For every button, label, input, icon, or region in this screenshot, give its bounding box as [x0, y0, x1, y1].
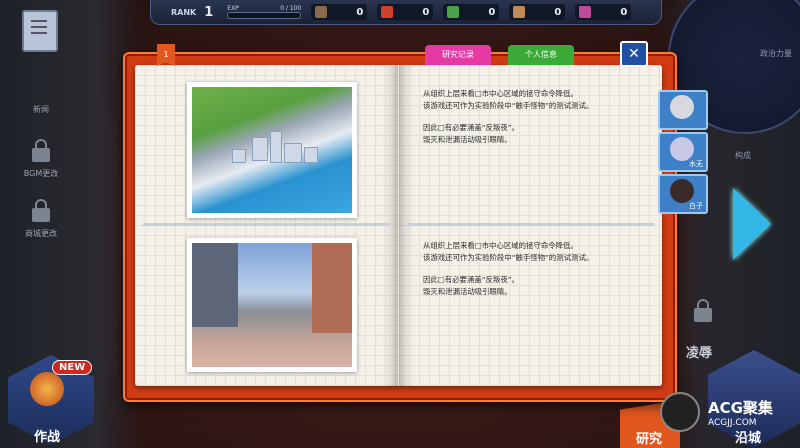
watermark-title: ACG聚集	[708, 398, 773, 417]
entry-line: 毁灭和泄漏活动吸引眼睛。	[423, 135, 512, 144]
entry-line: 因此□有必要涌盖“反叛夜”。	[423, 275, 519, 284]
lock-icon	[32, 199, 50, 222]
lock-icon	[694, 299, 712, 322]
research-label: 研究	[636, 432, 663, 447]
radar-label-politics: 政治力量	[760, 49, 792, 58]
resource-box: 0	[311, 4, 368, 20]
character-name: 水无	[689, 160, 703, 168]
demon-icon	[30, 372, 64, 406]
new-badge: NEW	[52, 360, 93, 375]
page-divider	[143, 223, 390, 226]
character-avatar[interactable]: 白子	[658, 174, 708, 214]
resource-value: 0	[422, 6, 430, 18]
exp-value: 0 / 100	[280, 5, 302, 12]
watermark: ACG聚集 ACGJJ.COM	[660, 392, 773, 432]
tab-personal-info[interactable]: 个人信息	[508, 45, 574, 65]
character-avatar[interactable]: 水无	[658, 132, 708, 172]
watermark-logo-icon	[660, 392, 700, 432]
exp-meter: EXP 0 / 100	[227, 5, 302, 19]
status-bar: RANK 1 EXP 0 / 100 0 0 0 0 0	[150, 0, 662, 25]
close-button[interactable]: ✕	[620, 41, 648, 67]
next-arrow-icon[interactable]	[733, 188, 771, 260]
watermark-subtitle: ACGJJ.COM	[708, 417, 757, 428]
resource-value: 0	[356, 6, 364, 18]
entry-line: 毁灭和泄漏活动吸引眼睛。	[423, 287, 512, 296]
clipboard-icon[interactable]	[22, 10, 58, 52]
character-avatar[interactable]	[658, 90, 708, 130]
combat-label: 作战	[34, 430, 61, 445]
entry-text: 从组织上层来看□市中心区域的拯守命令降低。 该游戏还可作为实验阶段中“触手怪物”…	[423, 88, 643, 146]
page-divider	[407, 223, 654, 226]
entry-line: 该游戏还可作为实验阶段中“触手怪物”的测试测试。	[423, 253, 594, 262]
radar-label-composition: 构成	[735, 151, 751, 160]
street-image	[192, 243, 352, 367]
person-icon	[513, 6, 526, 18]
menu-news[interactable]: 新闻	[20, 104, 62, 115]
menu-bgm-label: BGM更改	[23, 169, 59, 178]
menu-shop-label: 商城更改	[25, 229, 57, 238]
entry-line: 从组织上层来看□市中心区域的拯守命令降低。	[423, 89, 578, 98]
resource-person: 0	[509, 4, 566, 20]
right-page: 从组织上层来看□市中心区域的拯守命令降低。 该游戏还可作为实验阶段中“触手怪物”…	[399, 65, 662, 386]
flask-icon	[381, 6, 394, 18]
entry-line: 因此□有必要涌盖“反叛夜”。	[423, 123, 519, 132]
menu-news-label: 新闻	[33, 105, 49, 114]
resource-flask: 0	[377, 4, 434, 20]
entry-line: 该游戏还可作为实验阶段中“触手怪物”的测试测试。	[423, 101, 594, 110]
resource-value: 0	[554, 6, 562, 18]
resource-magnifier: 0	[443, 4, 500, 20]
resource-pill: 0	[575, 4, 632, 20]
photo-frame[interactable]	[187, 238, 357, 372]
exp-bar	[227, 12, 302, 19]
box-icon	[315, 6, 328, 18]
photo-frame[interactable]	[187, 82, 357, 218]
research-book: 从组织上层来看□市中心区域的拯守命令降低。 该游戏还可作为实验阶段中“触手怪物”…	[135, 65, 662, 386]
pill-icon	[579, 6, 592, 18]
resource-value: 0	[488, 6, 496, 18]
character-face-icon	[670, 137, 694, 161]
character-face-icon	[670, 95, 694, 119]
left-page	[135, 65, 398, 386]
locked-label: 凌辱	[686, 346, 713, 361]
magnifier-icon	[447, 6, 460, 18]
resource-value: 0	[620, 6, 628, 18]
exp-label: EXP	[227, 5, 239, 12]
menu-bgm[interactable]: BGM更改	[20, 168, 62, 179]
rank-value: 1	[204, 4, 214, 20]
city-map-image	[192, 87, 352, 213]
entry-line: 从组织上层来看□市中心区域的拯守命令降低。	[423, 241, 578, 250]
entry-text: 从组织上层来看□市中心区域的拯守命令降低。 该游戏还可作为实验阶段中“触手怪物”…	[423, 240, 643, 298]
tab-research-log[interactable]: 研究记录	[425, 45, 491, 65]
lock-icon	[32, 139, 50, 162]
rank-label: RANK	[171, 7, 197, 17]
menu-shop[interactable]: 商城更改	[20, 228, 62, 239]
character-name: 白子	[689, 202, 703, 210]
character-face-icon	[670, 179, 694, 203]
